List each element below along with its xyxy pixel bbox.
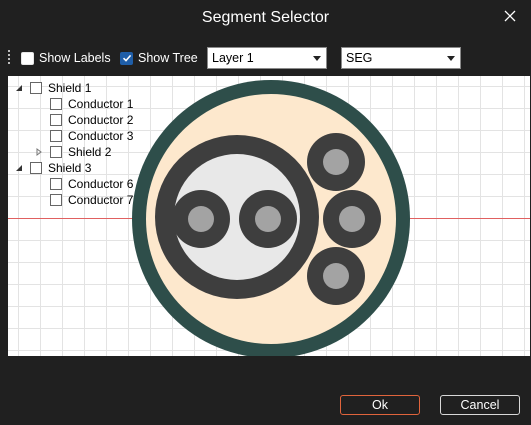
segment-type-select[interactable]: SEG xyxy=(341,47,461,69)
tree-item-shield-1[interactable]: Shield 1 xyxy=(8,80,133,96)
tree-item-label: Conductor 7 xyxy=(68,193,134,207)
tree-item-conductor-6[interactable]: Conductor 6 xyxy=(8,176,133,192)
tree-item-conductor-7[interactable]: Conductor 7 xyxy=(8,192,133,208)
tree-item-label: Conductor 3 xyxy=(68,129,134,143)
close-icon xyxy=(504,10,516,22)
tree-checkbox[interactable] xyxy=(50,178,62,190)
tree-checkbox[interactable] xyxy=(50,146,62,158)
checkmark-icon xyxy=(122,54,131,62)
conductor-core xyxy=(188,206,214,232)
tree-item-label: Shield 1 xyxy=(48,81,92,95)
title-bar: Segment Selector xyxy=(0,0,531,38)
toolbar: Show Labels Show Tree Layer 1 SEG xyxy=(0,44,531,72)
tree-item-shield-3[interactable]: Shield 3 xyxy=(8,160,133,176)
show-labels-toggle[interactable]: Show Labels xyxy=(21,50,111,66)
layer-select[interactable]: Layer 1 xyxy=(207,47,327,69)
conductor-core xyxy=(323,263,349,289)
tree-checkbox[interactable] xyxy=(30,82,42,94)
tree-item-shield-2[interactable]: Shield 2 xyxy=(8,144,133,160)
dialog-footer: Ok Cancel xyxy=(0,388,531,425)
conductor-core xyxy=(255,206,281,232)
chevron-down-icon xyxy=(447,56,455,61)
expanded-arrow-icon[interactable] xyxy=(14,163,24,173)
tree-checkbox[interactable] xyxy=(50,98,62,110)
cancel-button[interactable]: Cancel xyxy=(440,395,520,415)
conductor-core xyxy=(323,149,349,175)
tree-item-conductor-3[interactable]: Conductor 3 xyxy=(8,128,133,144)
cable-canvas[interactable]: Shield 1 Conductor 1 Conductor 2 Conduct… xyxy=(8,76,530,356)
show-tree-checkbox[interactable] xyxy=(120,51,133,65)
chevron-down-icon xyxy=(313,56,321,61)
layer-select-value: Layer 1 xyxy=(212,51,254,65)
dialog-title: Segment Selector xyxy=(201,9,330,26)
segment-selector-dialog: Segment Selector Show Labels Show Tree L… xyxy=(0,0,531,425)
show-tree-label: Show Tree xyxy=(138,51,198,65)
expanded-arrow-icon[interactable] xyxy=(14,83,24,93)
tree-item-label: Shield 2 xyxy=(68,145,112,159)
tree-item-conductor-1[interactable]: Conductor 1 xyxy=(8,96,133,112)
collapsed-arrow-icon[interactable] xyxy=(34,147,44,157)
tree-item-label: Shield 3 xyxy=(48,161,92,175)
ok-button[interactable]: Ok xyxy=(340,395,420,415)
tree-item-label: Conductor 1 xyxy=(68,97,134,111)
conductor-core xyxy=(339,206,365,232)
toolbar-grip-icon[interactable] xyxy=(8,50,11,66)
tree-item-label: Conductor 6 xyxy=(68,177,134,191)
tree-checkbox[interactable] xyxy=(50,130,62,142)
show-labels-checkbox[interactable] xyxy=(21,51,34,65)
segment-tree: Shield 1 Conductor 1 Conductor 2 Conduct… xyxy=(8,80,133,208)
tree-item-label: Conductor 2 xyxy=(68,113,134,127)
tree-checkbox[interactable] xyxy=(30,162,42,174)
show-labels-label: Show Labels xyxy=(39,51,111,65)
show-tree-toggle[interactable]: Show Tree xyxy=(120,50,198,66)
tree-item-conductor-2[interactable]: Conductor 2 xyxy=(8,112,133,128)
segment-type-select-value: SEG xyxy=(346,51,373,65)
close-button[interactable] xyxy=(499,5,521,27)
tree-checkbox[interactable] xyxy=(50,114,62,126)
tree-checkbox[interactable] xyxy=(50,194,62,206)
